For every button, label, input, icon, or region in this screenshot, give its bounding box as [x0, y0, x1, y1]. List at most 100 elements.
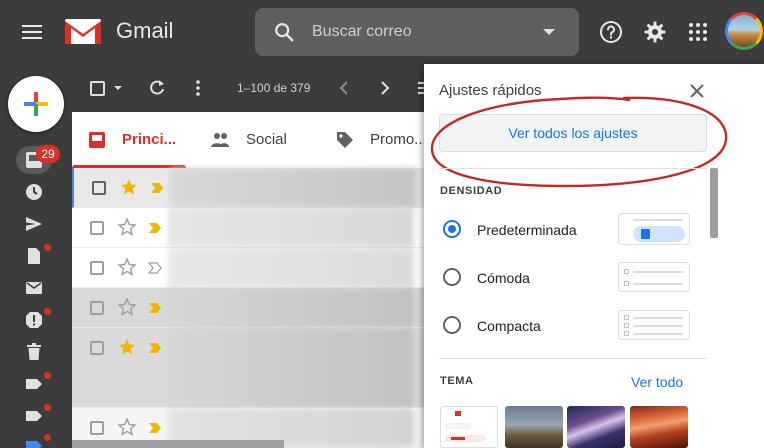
tab-label: Promo...	[370, 131, 427, 148]
theme-landscape-thumbnail[interactable]	[505, 406, 563, 448]
document-icon	[641, 229, 650, 239]
gear-icon[interactable]	[643, 20, 667, 44]
more-options-icon[interactable]	[188, 78, 208, 98]
view-all-themes-link[interactable]: Ver todo	[631, 374, 683, 390]
star-outline-icon[interactable]	[118, 418, 136, 436]
mini-inbox-bar	[451, 437, 465, 440]
tab-social[interactable]: Social	[186, 112, 306, 168]
label-icon[interactable]	[24, 406, 44, 426]
notification-dot	[44, 404, 51, 411]
blurred-message-preview	[168, 248, 414, 287]
vertical-scrollbar[interactable]	[710, 168, 718, 238]
quick-settings-panel: Ajustes rápidos Ver todos los ajustes DE…	[424, 64, 764, 448]
gmail-mini-logo	[455, 411, 461, 416]
theme-section-label: TEMA	[440, 375, 474, 387]
important-icon[interactable]	[150, 182, 164, 194]
not-important-icon[interactable]	[148, 262, 162, 274]
preview-checkbox	[624, 281, 629, 286]
tab-label: Social	[246, 131, 287, 148]
preview-line	[633, 325, 683, 327]
apps-icon[interactable]	[686, 20, 710, 44]
row-checkbox[interactable]	[90, 261, 104, 275]
table-row[interactable]	[72, 208, 424, 248]
theme-sky-thumbnail[interactable]	[567, 406, 625, 448]
send-icon[interactable]	[24, 214, 44, 234]
gmail-m-icon	[65, 19, 101, 44]
important-icon[interactable]	[148, 422, 162, 434]
app-name: Gmail	[116, 18, 174, 43]
star-outline-icon[interactable]	[118, 258, 136, 276]
trash-icon[interactable]	[24, 342, 44, 362]
density-preview-default[interactable]	[618, 213, 690, 245]
select-options-icon[interactable]	[114, 86, 122, 90]
star-outline-icon[interactable]	[118, 298, 136, 316]
refresh-icon[interactable]	[147, 78, 167, 98]
compose-button[interactable]	[8, 76, 64, 132]
chevron-left-icon[interactable]	[335, 78, 355, 98]
spam-icon[interactable]	[24, 310, 44, 330]
blurred-message-preview	[168, 208, 414, 247]
row-checkbox[interactable]	[90, 301, 104, 315]
preview-line	[633, 219, 683, 221]
mail-icon[interactable]	[24, 278, 44, 298]
star-icon[interactable]	[118, 338, 136, 356]
density-option-label[interactable]: Predeterminada	[477, 222, 577, 238]
horizontal-scrollbar[interactable]	[72, 440, 284, 448]
plus-icon	[24, 92, 48, 116]
density-preview-comfortable[interactable]	[618, 262, 690, 292]
help-icon[interactable]	[599, 20, 623, 44]
people-icon	[211, 133, 229, 147]
density-radio-comfortable[interactable]	[443, 268, 461, 286]
top-header: Gmail Buscar correo	[0, 0, 764, 64]
mini-compose	[445, 423, 471, 429]
important-icon[interactable]	[148, 222, 162, 234]
search-bar[interactable]: Buscar correo	[255, 8, 579, 56]
pagination-count: 1–100 de 379	[237, 81, 311, 95]
density-preview-compact[interactable]	[618, 310, 690, 340]
avatar[interactable]	[725, 12, 763, 50]
blurred-message-preview	[168, 328, 414, 407]
search-input[interactable]: Buscar correo	[312, 23, 412, 41]
preview-line	[633, 283, 683, 285]
row-checkbox[interactable]	[90, 221, 104, 235]
table-row[interactable]	[72, 288, 424, 328]
star-outline-icon[interactable]	[118, 218, 136, 236]
row-checkbox[interactable]	[92, 181, 106, 195]
clock-icon[interactable]	[24, 182, 44, 202]
table-row[interactable]	[72, 168, 424, 208]
tab-primary[interactable]: Princi...	[72, 112, 186, 168]
search-options-icon[interactable]	[543, 29, 555, 35]
label-icon[interactable]	[24, 436, 44, 448]
chevron-right-icon[interactable]	[374, 78, 394, 98]
important-icon[interactable]	[148, 342, 162, 354]
row-checkbox[interactable]	[90, 421, 104, 435]
density-radio-compact[interactable]	[443, 316, 461, 334]
tag-icon	[337, 132, 353, 148]
close-icon[interactable]	[688, 82, 706, 100]
preview-checkbox	[624, 269, 629, 274]
density-option-label[interactable]: Compacta	[477, 318, 541, 334]
search-icon[interactable]	[273, 21, 295, 43]
inbox-badge: 29	[36, 145, 60, 163]
preview-line	[633, 317, 683, 319]
preview-line	[633, 333, 683, 335]
density-option-label[interactable]: Cómoda	[477, 270, 530, 286]
theme-default-thumbnail[interactable]	[440, 406, 498, 448]
table-row[interactable]	[72, 248, 424, 288]
important-icon[interactable]	[148, 302, 162, 314]
theme-canyon-thumbnail[interactable]	[630, 406, 688, 448]
menu-icon[interactable]	[22, 20, 48, 44]
inbox-tab-icon	[89, 132, 105, 148]
table-row[interactable]	[72, 328, 424, 408]
density-radio-default[interactable]	[443, 220, 461, 238]
preview-checkbox	[624, 331, 629, 336]
gmail-logo[interactable]: Gmail	[64, 16, 173, 46]
row-checkbox[interactable]	[90, 341, 104, 355]
tab-promotions[interactable]: Promo...	[306, 112, 427, 168]
blurred-message-preview	[168, 288, 414, 327]
star-icon[interactable]	[120, 178, 138, 196]
see-all-settings-button[interactable]: Ver todos los ajustes	[439, 114, 707, 152]
label-icon[interactable]	[24, 374, 44, 394]
select-all-checkbox[interactable]	[90, 81, 105, 96]
draft-icon[interactable]	[24, 246, 44, 266]
